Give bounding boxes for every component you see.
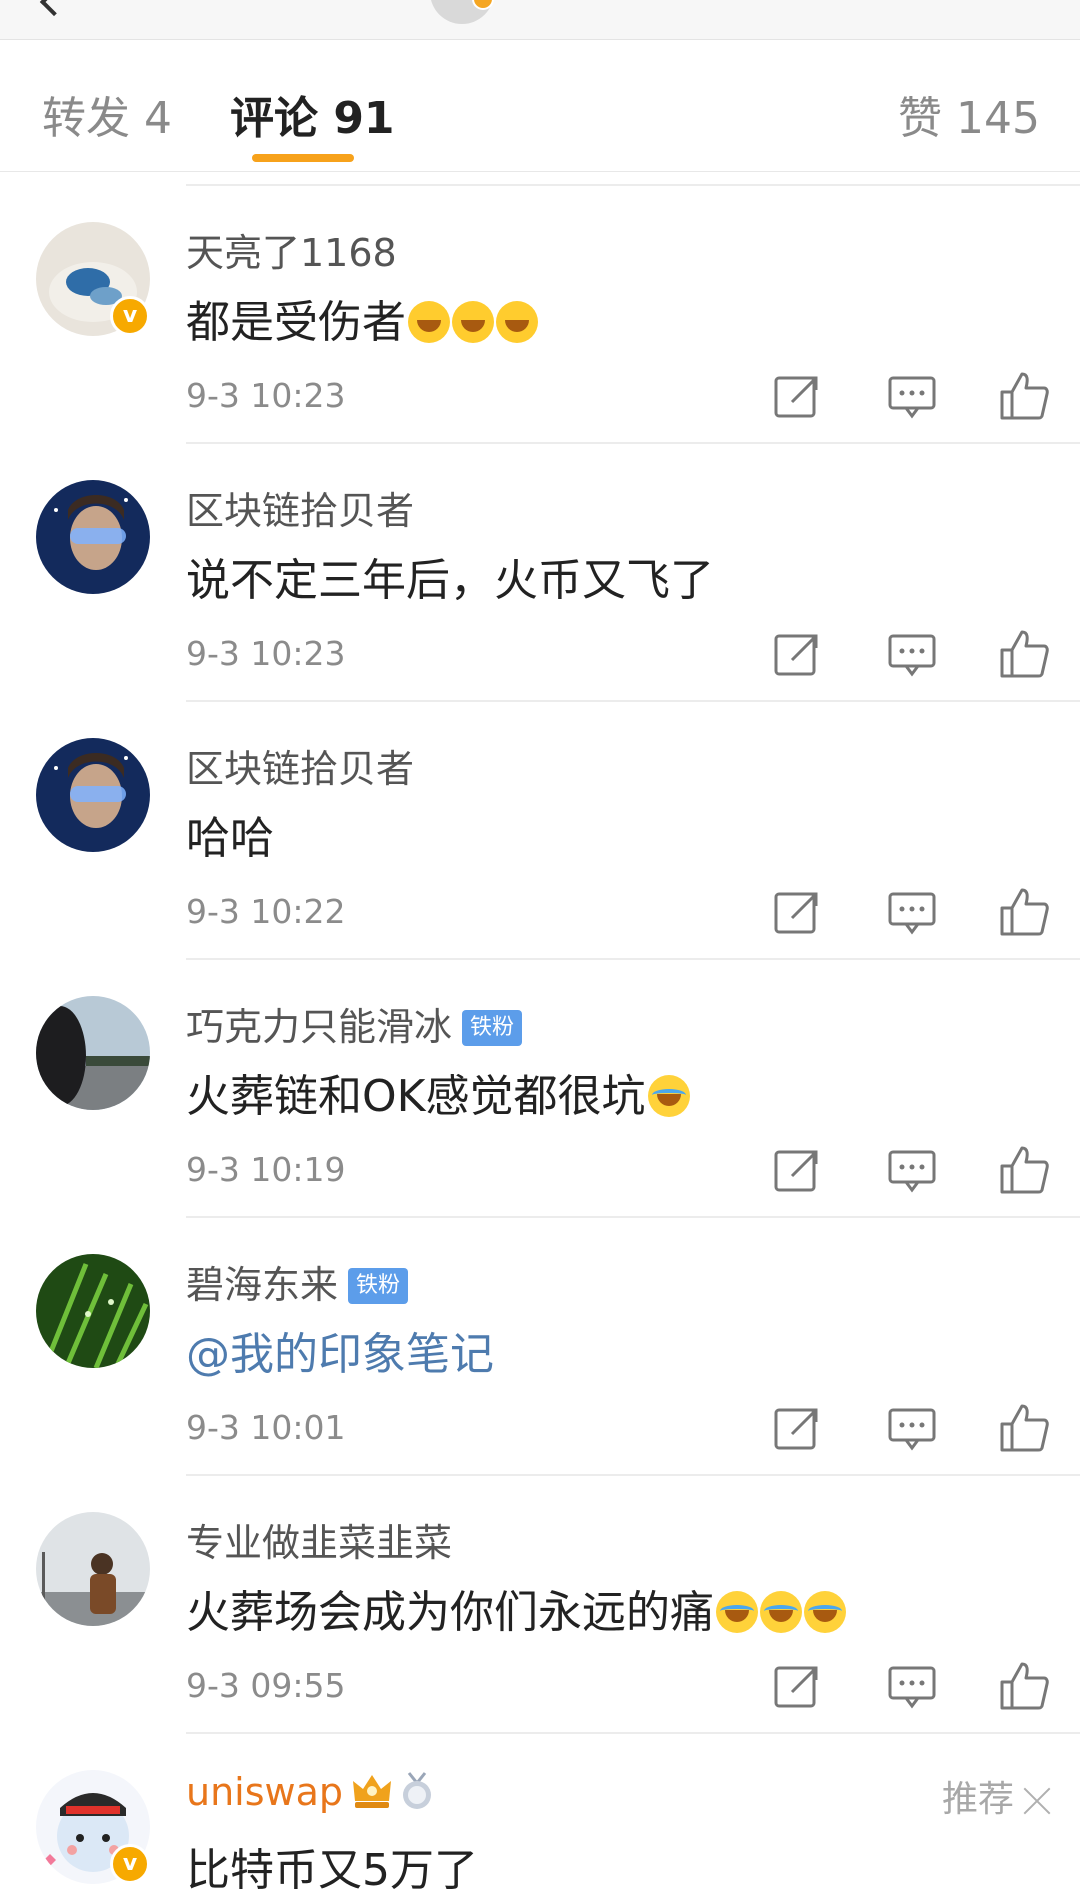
reply-icon[interactable] (886, 1144, 938, 1196)
close-icon[interactable] (1022, 1785, 1052, 1815)
comment-text: 比特币又5万了 (186, 1845, 478, 1895)
medal-icon (403, 1772, 432, 1809)
comment-time: 9-3 10:22 (186, 892, 346, 931)
comment-username[interactable]: 区块链拾贝者 (186, 480, 414, 535)
crying-emoji-icon (716, 1591, 758, 1633)
comment-item: 区块链拾贝者 说不定三年后，火币又飞了 9-3 10:23 (0, 444, 1080, 702)
avatar[interactable] (36, 996, 150, 1110)
crown-icon (353, 1775, 392, 1808)
laugh-cry-emoji-icon (408, 301, 450, 343)
comment-text-body: 火葬场会成为你们永远的痛 (186, 1587, 714, 1638)
avatar[interactable] (36, 1512, 150, 1626)
comment-item: 区块链拾贝者 哈哈 9-3 10:22 (0, 702, 1080, 960)
reply-icon[interactable] (886, 1660, 938, 1712)
active-tab-indicator (252, 154, 354, 162)
recommend-label[interactable]: 推荐 (942, 1770, 1052, 1822)
comment-time: 9-3 10:23 (186, 634, 346, 673)
laugh-cry-emoji-icon (496, 301, 538, 343)
avatar[interactable] (36, 738, 150, 852)
tab-repost[interactable]: 转发 4 (42, 82, 172, 146)
comment-text: 火葬链和OK感觉都很坑 (186, 1060, 690, 1124)
share-icon[interactable] (772, 886, 824, 938)
comment-item: v uniswap 推荐 比特币又5万了 (0, 1734, 1080, 1895)
verified-badge-icon: v (110, 296, 150, 336)
verified-badge-icon: v (110, 1844, 150, 1884)
laugh-cry-emoji-icon (452, 301, 494, 343)
comment-actions (746, 366, 1049, 426)
comment-time: 9-3 10:19 (186, 1150, 346, 1189)
crying-emoji-icon (647, 1075, 690, 1117)
reply-icon[interactable] (886, 370, 938, 422)
comment-text-body: 火葬链和OK感觉都很坑 (186, 1071, 646, 1122)
comment-actions (746, 882, 1049, 942)
avatar[interactable] (36, 480, 150, 594)
tab-bar: 转发 4 评论 91 赞 145 (0, 40, 1080, 172)
share-icon[interactable] (772, 370, 824, 422)
comment-username-text[interactable]: uniswap (186, 1770, 343, 1814)
comment-username-text[interactable]: 碧海东来 (186, 1263, 338, 1307)
tab-like[interactable]: 赞 145 (898, 82, 1040, 146)
comment-item: 巧克力只能滑冰 铁粉 火葬链和OK感觉都很坑 9-3 10:19 (0, 960, 1080, 1218)
like-icon[interactable] (998, 1144, 1050, 1196)
comment-text: 都是受伤者 (186, 286, 538, 350)
like-icon[interactable] (998, 1402, 1050, 1454)
avatar[interactable] (36, 1254, 150, 1368)
crying-emoji-icon (760, 1591, 802, 1633)
comment-username-text[interactable]: 巧克力只能滑冰 (186, 1005, 452, 1049)
reply-icon[interactable] (886, 886, 938, 938)
comment-username[interactable]: 区块链拾贝者 (186, 738, 414, 793)
comment-time: 9-3 10:01 (186, 1408, 346, 1447)
comment-username: 巧克力只能滑冰 铁粉 (186, 996, 523, 1051)
comment-actions (746, 1398, 1049, 1458)
comment-username[interactable]: 天亮了1168 (186, 222, 397, 277)
comment-text: 哈哈 (186, 813, 274, 864)
comment-item: 专业做韭菜韭菜 火葬场会成为你们永远的痛 9-3 09:55 (0, 1476, 1080, 1734)
crying-emoji-icon (804, 1591, 846, 1633)
like-icon[interactable] (998, 886, 1050, 938)
comment-actions (746, 1656, 1049, 1716)
comment-time: 9-3 09:55 (186, 1666, 346, 1705)
mention-link[interactable]: @我的印象笔记 (186, 1318, 494, 1382)
comment-actions (746, 1140, 1049, 1200)
reply-icon[interactable] (886, 628, 938, 680)
back-arrow-icon[interactable] (39, 0, 69, 17)
comment-time: 9-3 10:23 (186, 376, 346, 415)
comment-item: v 天亮了1168 都是受伤者 9-3 10:23 (0, 186, 1080, 444)
share-icon[interactable] (772, 1402, 824, 1454)
reply-icon[interactable] (886, 1402, 938, 1454)
comment-text: 说不定三年后，火币又飞了 (186, 555, 714, 606)
share-icon[interactable] (772, 1660, 824, 1712)
comment-item: 碧海东来 铁粉 @我的印象笔记 9-3 10:01 (0, 1218, 1080, 1476)
comment-text: 火葬场会成为你们永远的痛 (186, 1576, 846, 1640)
like-icon[interactable] (998, 1660, 1050, 1712)
fan-badge: 铁粉 (462, 1010, 523, 1046)
recommend-text: 推荐 (941, 1779, 1014, 1820)
comment-username: 碧海东来 铁粉 (186, 1254, 409, 1309)
like-icon[interactable] (998, 628, 1050, 680)
comment-username[interactable]: 专业做韭菜韭菜 (186, 1512, 452, 1567)
share-icon[interactable] (772, 1144, 824, 1196)
share-icon[interactable] (772, 628, 824, 680)
like-icon[interactable] (998, 370, 1050, 422)
comment-text-body: 都是受伤者 (186, 297, 406, 348)
fan-badge: 铁粉 (348, 1268, 409, 1304)
comment-username: uniswap (186, 1770, 437, 1814)
comment-actions (746, 624, 1049, 684)
top-bar (0, 0, 1080, 40)
